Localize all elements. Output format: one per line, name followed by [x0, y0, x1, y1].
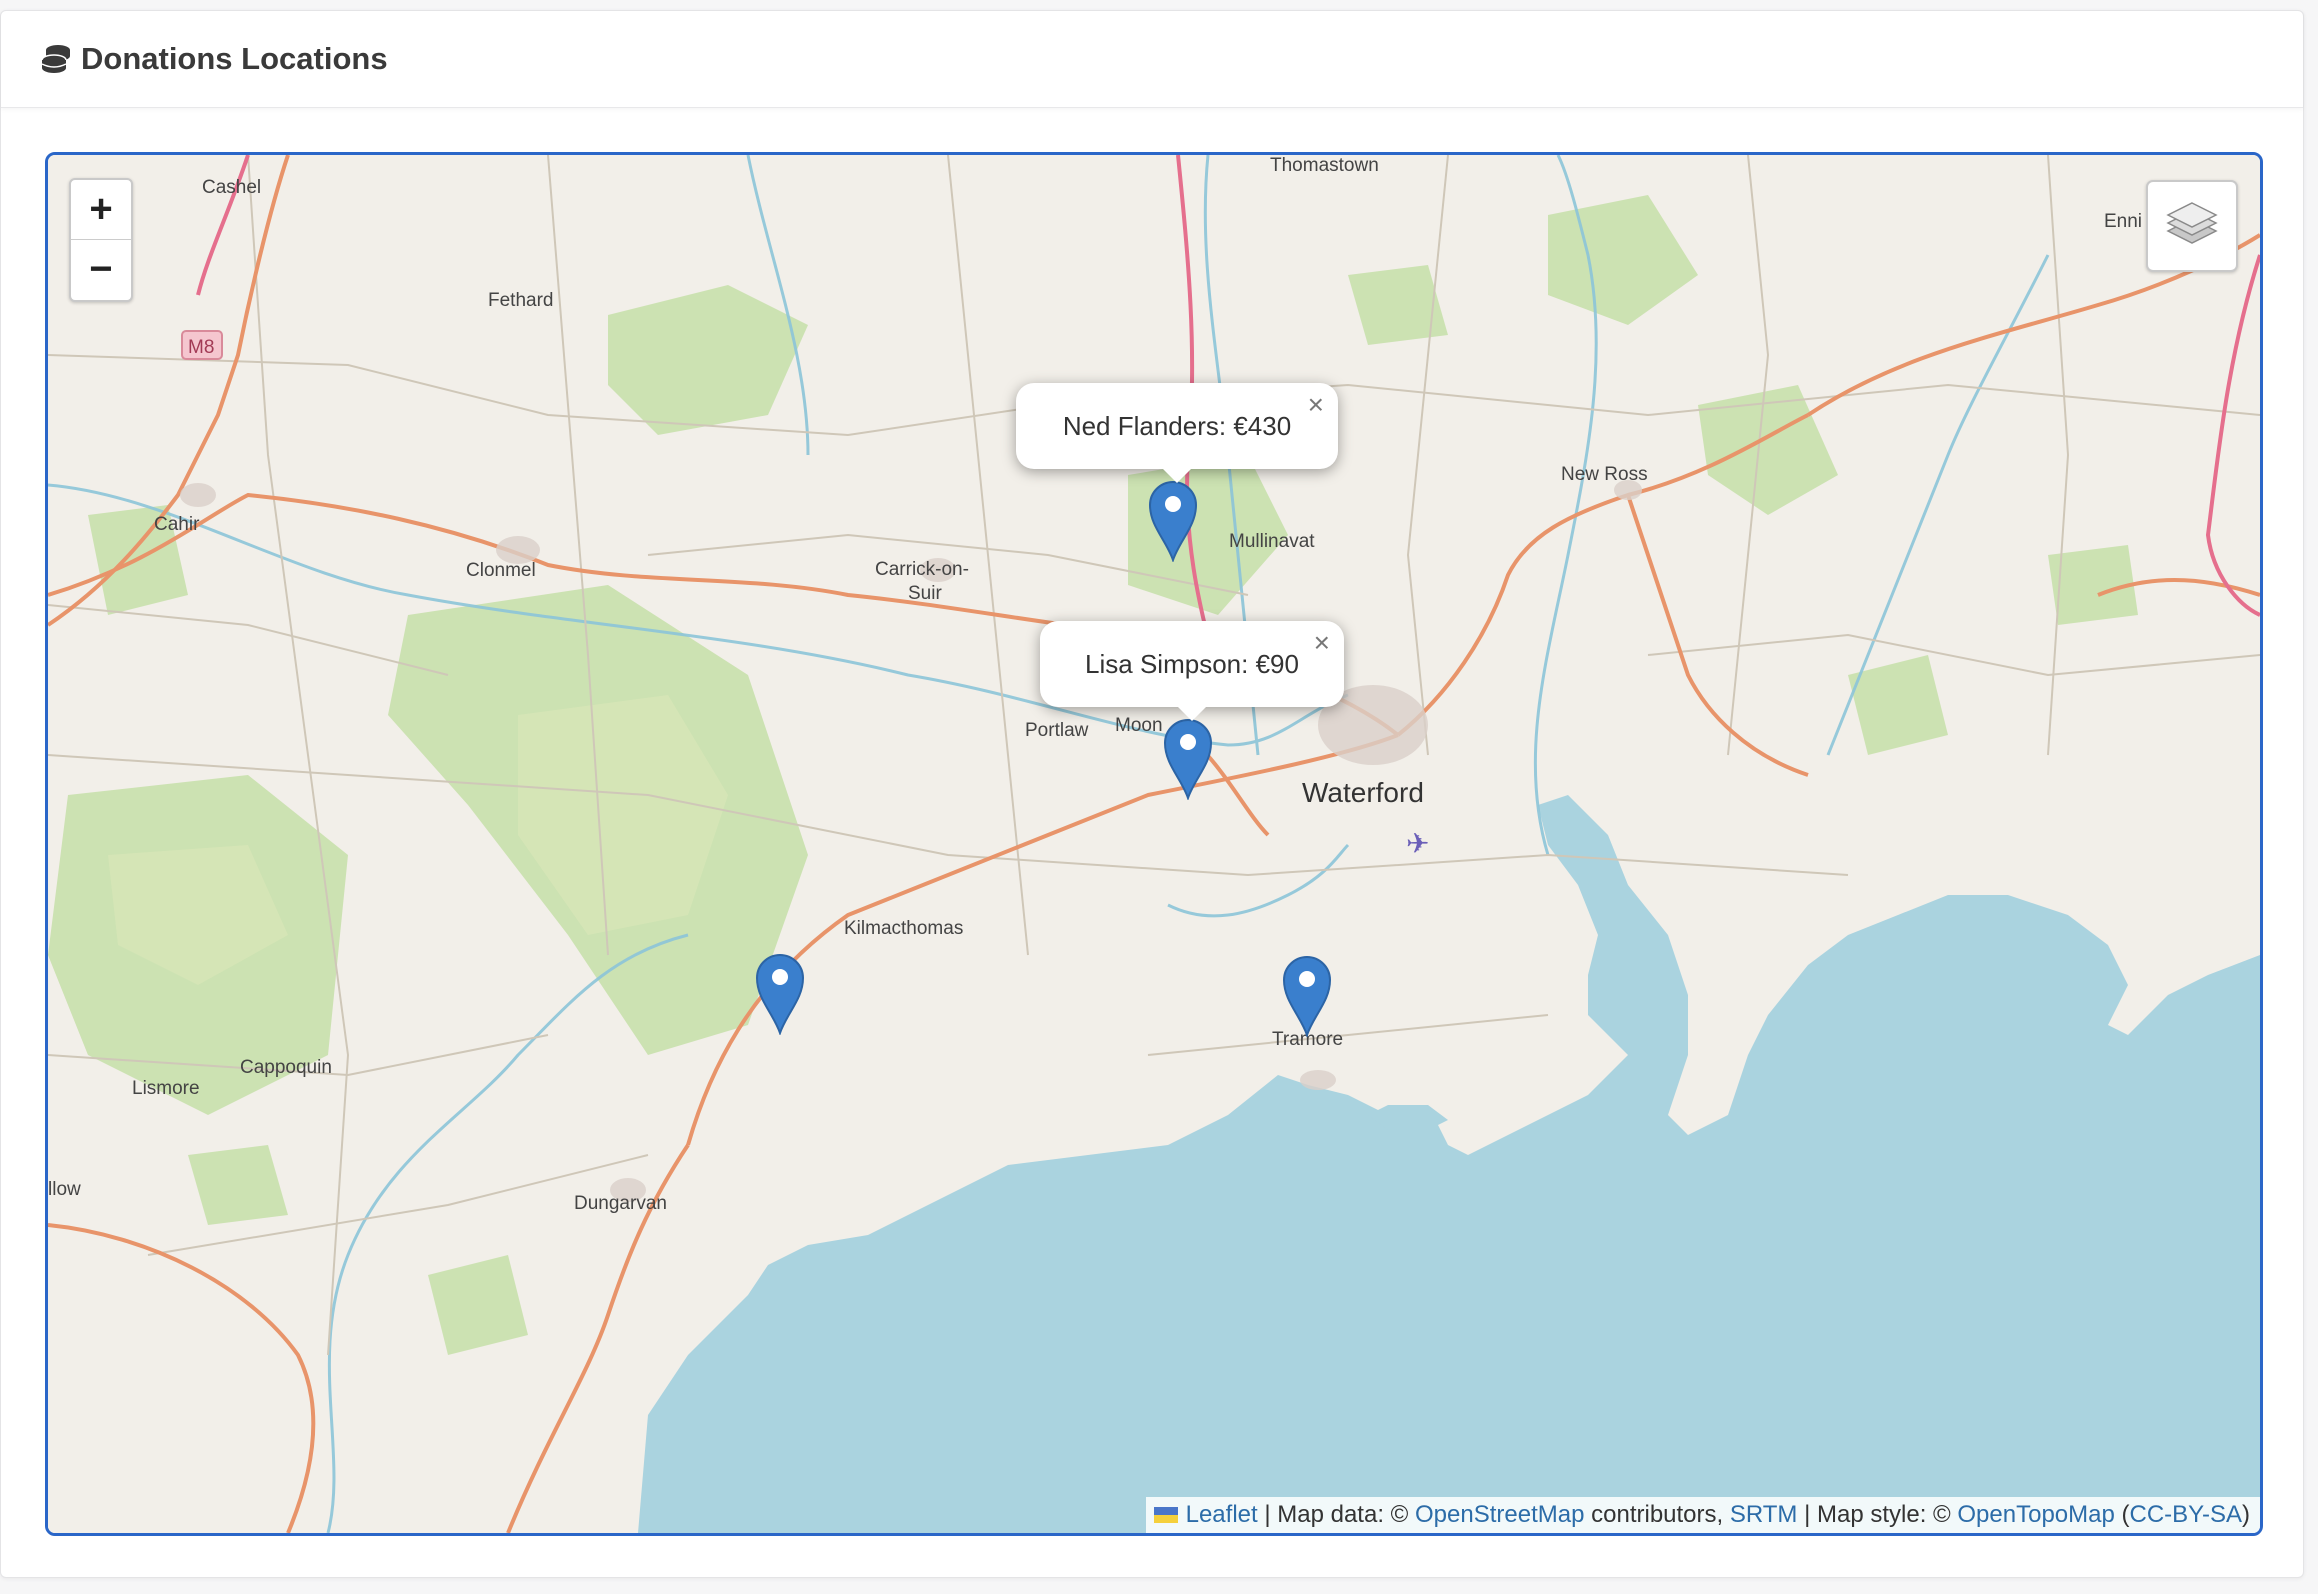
place-llow: llow [48, 1179, 81, 1200]
cc-by-sa-link[interactable]: CC-BY-SA [2130, 1501, 2242, 1529]
place-moon: Moon [1115, 715, 1163, 736]
popup-close-button[interactable]: × [1308, 389, 1324, 421]
place-cappoquin: Cappoquin [240, 1057, 332, 1078]
popup-text: Ned Flanders: €430 [1062, 410, 1292, 441]
attribution-text-3: | Map style: © [1804, 1501, 1951, 1528]
place-waterford: Waterford [1302, 777, 1424, 808]
place-carrick-1: Carrick-on- [875, 559, 969, 580]
place-cahir: Cahir [154, 514, 200, 535]
attribution-text-2: contributors, [1591, 1501, 1724, 1528]
place-mullinavat: Mullinavat [1229, 531, 1315, 552]
attribution-text-1: | Map data: © [1264, 1501, 1409, 1528]
layers-icon [2164, 199, 2220, 254]
popup-text: Lisa Simpson: €90 [1085, 648, 1299, 679]
ukraine-flag-icon [1153, 1507, 1178, 1523]
place-thomastown: Thomastown [1270, 155, 1379, 176]
popup-close-button[interactable]: × [1314, 627, 1330, 659]
coins-icon [39, 42, 73, 76]
place-kilmacthomas: Kilmacthomas [844, 918, 963, 939]
opentopomap-link[interactable]: OpenTopoMap [1957, 1501, 2114, 1529]
place-portlaw: Portlaw [1025, 720, 1089, 741]
svg-text:✈: ✈ [1406, 828, 1429, 859]
popup-lisa-simpson: Lisa Simpson: €90 × [1040, 621, 1344, 721]
zoom-in-button[interactable]: + [71, 180, 131, 240]
place-new-ross: New Ross [1561, 464, 1648, 485]
layers-control-button[interactable] [2146, 180, 2238, 272]
map-marker-tramore[interactable] [1282, 955, 1332, 1039]
m8-road-label: M8 [188, 337, 214, 358]
map-view[interactable]: ✈ M8 Cashel Fethard Cahir Clonmel Carric… [45, 152, 2263, 1536]
donations-card: Donations Locations ✈ M8 Cashel Fethard … [0, 10, 2304, 1578]
place-cashel: Cashel [202, 177, 261, 198]
attribution-paren-open: ( [2121, 1501, 2130, 1528]
zoom-control: + − [69, 178, 133, 302]
map-tiles: ✈ M8 Cashel Fethard Cahir Clonmel Carric… [48, 155, 2260, 1533]
attribution-paren-close: ) [2242, 1501, 2250, 1528]
place-carrick-2: Suir [908, 583, 942, 604]
place-dungarvan: Dungarvan [574, 1193, 667, 1214]
openstreetmap-link[interactable]: OpenStreetMap [1415, 1501, 1584, 1529]
map-marker-kilmacthomas[interactable] [755, 953, 805, 1037]
zoom-out-button[interactable]: − [71, 240, 131, 299]
popup-ned-flanders: Ned Flanders: €430 × [1016, 383, 1338, 483]
place-clonmel: Clonmel [466, 560, 536, 581]
place-enni: Enni [2104, 211, 2142, 232]
leaflet-link[interactable]: Leaflet [1186, 1501, 1258, 1529]
page-title: Donations Locations [81, 41, 388, 76]
card-header: Donations Locations [1, 11, 2303, 108]
popup-tip [1177, 706, 1207, 721]
map-attribution: Leaflet | Map data: © OpenStreetMap cont… [1145, 1497, 2260, 1533]
map-marker-lisa-simpson[interactable] [1163, 718, 1213, 802]
place-lismore: Lismore [132, 1078, 200, 1099]
map-marker-ned-flanders[interactable] [1148, 480, 1198, 564]
srtm-link[interactable]: SRTM [1730, 1501, 1798, 1529]
popup-tip [1162, 468, 1192, 483]
place-fethard: Fethard [488, 290, 553, 311]
